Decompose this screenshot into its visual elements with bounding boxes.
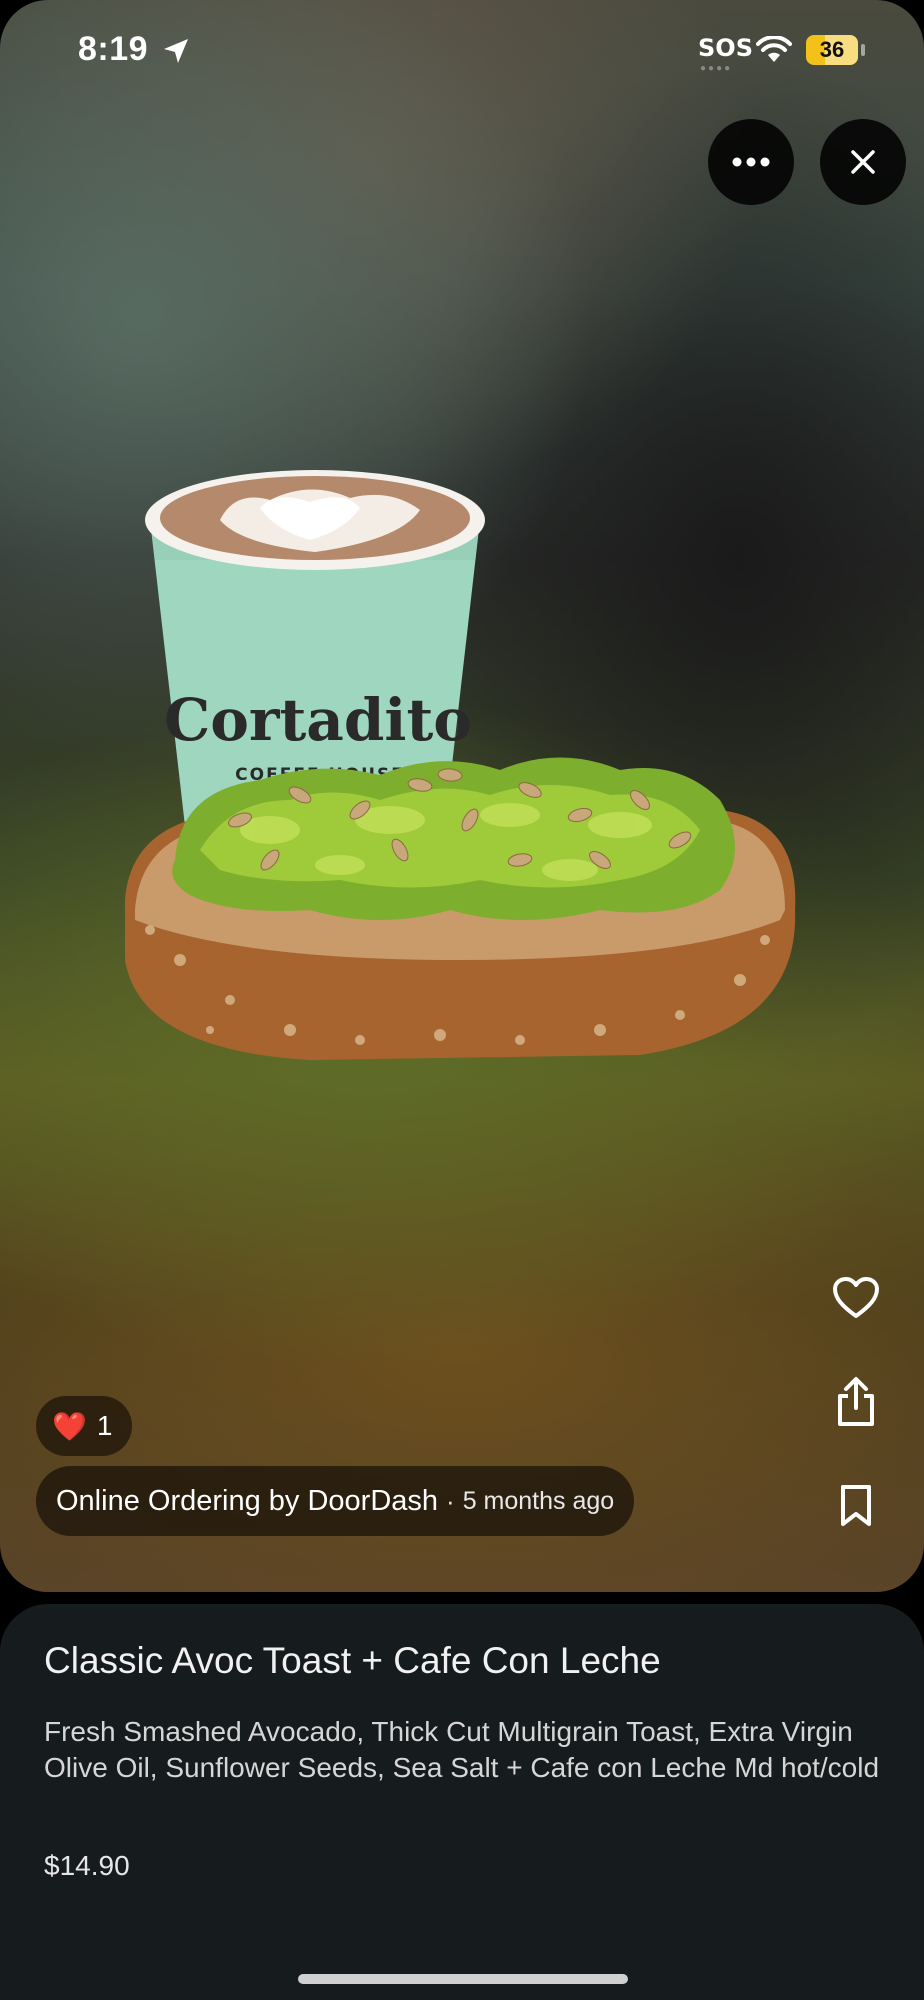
signal-dots-icon: ●●●● xyxy=(700,63,733,74)
ellipsis-icon xyxy=(732,157,770,167)
close-button[interactable] xyxy=(820,119,906,205)
status-time: 8:19 xyxy=(78,30,149,68)
source-time-ago: 5 months ago xyxy=(462,1486,615,1515)
like-button[interactable] xyxy=(828,1270,884,1326)
bookmark-icon xyxy=(841,1485,871,1526)
home-indicator[interactable] xyxy=(298,1974,628,1984)
reaction-pill[interactable]: ❤️ 1 xyxy=(36,1396,133,1456)
battery-icon: 36 xyxy=(806,35,858,65)
item-description: Fresh Smashed Avocado, Thick Cut Multigr… xyxy=(44,1716,880,1783)
source-separator: · xyxy=(446,1485,455,1516)
share-button[interactable] xyxy=(828,1374,884,1430)
item-price: $14.90 xyxy=(44,1850,130,1881)
location-arrow-icon xyxy=(164,39,188,63)
wifi-icon xyxy=(756,36,792,62)
battery-level: 36 xyxy=(819,37,845,62)
sos-indicator: SOS xyxy=(698,34,753,62)
item-info-sheet: Classic Avoc Toast + Cafe Con Leche Fres… xyxy=(0,1604,924,2000)
heart-emoji-icon: ❤️ xyxy=(52,1410,87,1442)
more-options-button[interactable] xyxy=(708,119,794,205)
reaction-count: 1 xyxy=(96,1410,113,1441)
screen: 8:19 SOS ●●●● 36 Cortadito ❤️ 1 Online O… xyxy=(0,0,924,2000)
source-pill[interactable]: Online Ordering by DoorDash · 5 months a… xyxy=(36,1466,635,1536)
source-name: Online Ordering by DoorDash xyxy=(56,1484,439,1517)
item-title: Classic Avoc Toast + Cafe Con Leche xyxy=(44,1640,661,1681)
food-photo: Cortadito COFFEE HOUSE xyxy=(125,470,796,1060)
share-icon xyxy=(838,1377,874,1426)
close-icon xyxy=(851,150,875,174)
cup-brand-text: Cortadito xyxy=(164,686,472,754)
photo-card: 8:19 SOS ●●●● 36 Cortadito ❤️ 1 Online O… xyxy=(0,0,924,1592)
bookmark-button[interactable] xyxy=(828,1478,884,1534)
avocado-toast-image xyxy=(125,757,796,1060)
heart-outline-icon xyxy=(833,1277,879,1318)
battery-tip xyxy=(861,44,865,56)
